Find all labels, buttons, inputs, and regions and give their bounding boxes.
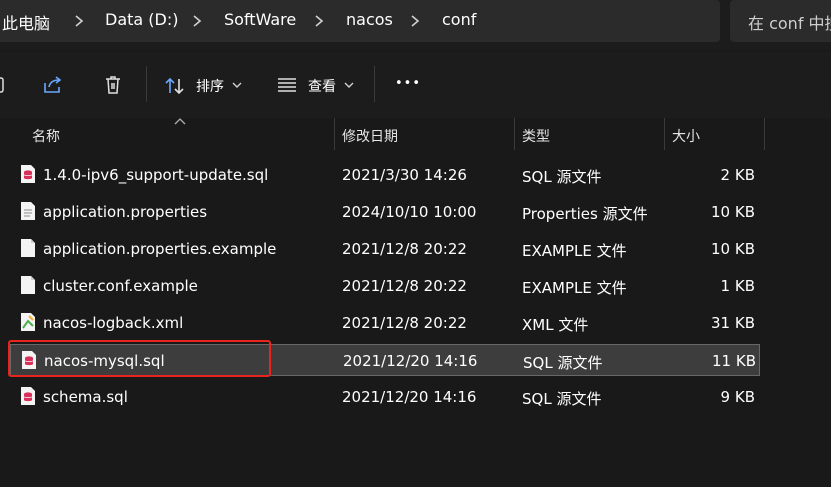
file-modified-date: 2021/12/20 14:16 xyxy=(342,388,477,406)
share-icon[interactable] xyxy=(42,74,64,96)
sql-file-icon xyxy=(20,386,36,406)
chevron-right-icon[interactable] xyxy=(190,13,204,29)
column-header-name[interactable]: 名称 xyxy=(32,126,60,146)
breadcrumb-this-pc[interactable]: 此电脑 xyxy=(2,10,50,34)
file-modified-date: 2021/12/8 20:22 xyxy=(342,277,467,295)
sort-button[interactable]: 排序 xyxy=(160,66,248,104)
breadcrumb-conf[interactable]: conf xyxy=(442,10,476,29)
file-name: schema.sql xyxy=(43,388,128,406)
file-size: 1 KB xyxy=(720,277,755,295)
file-name: nacos-logback.xml xyxy=(43,314,184,332)
address-bar-row: 此电脑 Data (D:) SoftWare nacos conf 在 conf… xyxy=(0,0,831,50)
highlight-box xyxy=(8,340,271,377)
file-type: Properties 源文件 xyxy=(522,205,648,223)
breadcrumb-data-drive[interactable]: Data (D:) xyxy=(105,10,178,29)
sort-label: 排序 xyxy=(196,79,224,95)
file-size: 2 KB xyxy=(720,166,755,184)
delete-icon[interactable] xyxy=(103,74,123,96)
sort-ascending-indicator-icon xyxy=(174,118,186,125)
file-row[interactable]: application.properties.example 2021/12/8 … xyxy=(10,233,760,265)
file-size: 10 KB xyxy=(711,240,755,258)
text-file-icon xyxy=(20,201,36,221)
chevron-down-icon xyxy=(344,82,354,88)
search-box[interactable]: 在 conf 中搜 xyxy=(730,0,831,42)
file-modified-date: 2021/12/8 20:22 xyxy=(342,240,467,258)
file-modified-date: 2021/3/30 14:26 xyxy=(342,166,467,184)
toolbar-divider xyxy=(146,66,147,102)
sort-icon xyxy=(165,77,184,95)
file-type: EXAMPLE 文件 xyxy=(522,279,627,297)
file-type: XML 文件 xyxy=(522,316,589,334)
search-placeholder: 在 conf 中搜 xyxy=(748,14,831,33)
file-modified-date: 2021/12/20 14:16 xyxy=(343,352,478,370)
partial-icon[interactable] xyxy=(0,76,6,94)
file-type: SQL 源文件 xyxy=(522,390,602,408)
file-name: application.properties xyxy=(43,203,208,221)
file-name: application.properties.example xyxy=(43,240,277,258)
chevron-right-icon[interactable] xyxy=(312,13,326,29)
column-header-type[interactable]: 类型 xyxy=(522,126,550,146)
command-bar: 排序 查看 ••• xyxy=(0,52,831,118)
breadcrumb-software[interactable]: SoftWare xyxy=(224,10,296,29)
file-size: 9 KB xyxy=(720,388,755,406)
blank-file-icon xyxy=(20,238,36,258)
column-divider[interactable] xyxy=(664,118,665,150)
view-label: 查看 xyxy=(308,79,336,95)
file-name: 1.4.0-ipv6_support-update.sql xyxy=(43,166,269,184)
file-modified-date: 2024/10/10 10:00 xyxy=(342,203,477,221)
blank-file-icon xyxy=(20,275,36,295)
chevron-right-icon[interactable] xyxy=(408,13,422,29)
file-row[interactable]: 1.4.0-ipv6_support-update.sql 2021/3/30 1… xyxy=(10,159,760,191)
column-divider[interactable] xyxy=(334,118,335,150)
column-header-modified[interactable]: 修改日期 xyxy=(342,126,398,146)
column-header-size[interactable]: 大小 xyxy=(672,126,700,146)
chevron-down-icon xyxy=(232,82,242,88)
file-row[interactable]: nacos-logback.xml 2021/12/8 20:22 XML 文件 31… xyxy=(10,307,760,339)
column-divider[interactable] xyxy=(514,118,515,150)
file-name: cluster.conf.example xyxy=(43,277,198,295)
view-button[interactable]: 查看 xyxy=(272,66,362,104)
file-size: 31 KB xyxy=(711,314,755,332)
file-row[interactable]: cluster.conf.example 2021/12/8 20:22 EXAMP… xyxy=(10,270,760,302)
chevron-right-icon[interactable] xyxy=(72,13,86,29)
xml-file-icon xyxy=(20,312,36,332)
file-type: EXAMPLE 文件 xyxy=(522,242,627,260)
breadcrumb-nacos[interactable]: nacos xyxy=(346,10,393,29)
address-bar[interactable]: 此电脑 Data (D:) SoftWare nacos conf xyxy=(0,0,720,42)
view-lines-icon xyxy=(278,78,296,92)
file-modified-date: 2021/12/8 20:22 xyxy=(342,314,467,332)
file-size: 11 KB xyxy=(712,352,756,370)
file-row[interactable]: schema.sql 2021/12/20 14:16 SQL 源文件 9 KB xyxy=(10,381,760,413)
sql-file-icon xyxy=(20,164,36,184)
toolbar-divider xyxy=(374,66,375,102)
more-options-button[interactable]: ••• xyxy=(395,76,421,91)
file-row[interactable]: application.properties 2024/10/10 10:00 Pr… xyxy=(10,196,760,228)
column-divider[interactable] xyxy=(764,118,765,150)
file-type: SQL 源文件 xyxy=(522,168,602,186)
file-size: 10 KB xyxy=(711,203,755,221)
file-type: SQL 源文件 xyxy=(523,354,603,372)
